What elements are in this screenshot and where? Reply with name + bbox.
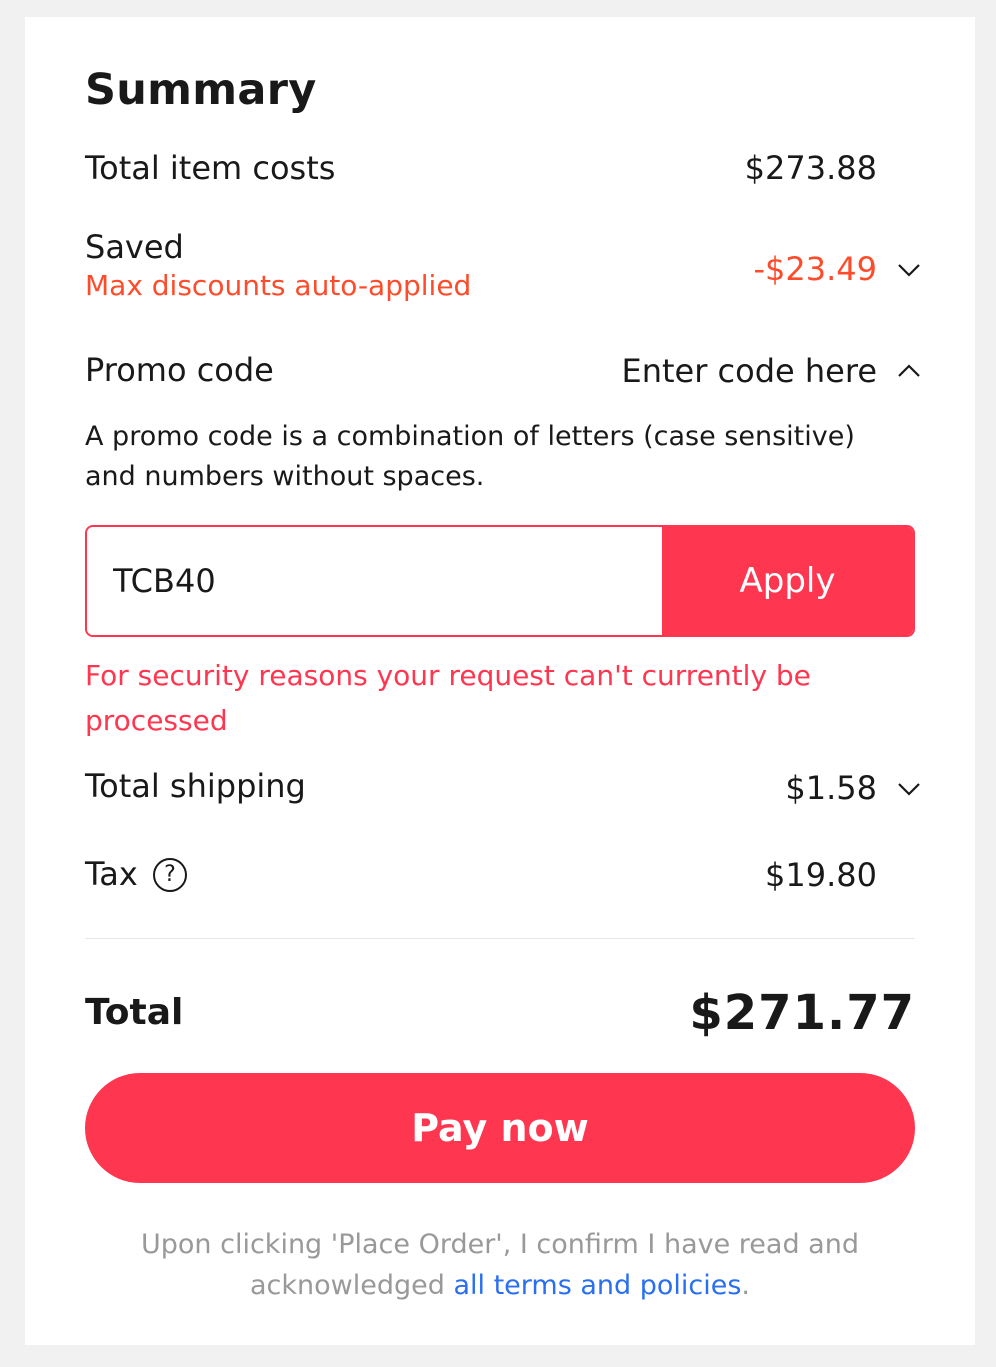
promo-help-text: A promo code is a combination of letters… bbox=[85, 421, 855, 492]
summary-title: Summary bbox=[85, 65, 317, 115]
question-circle-icon[interactable]: ? bbox=[153, 858, 187, 892]
pay-now-button[interactable]: Pay now bbox=[85, 1073, 915, 1183]
tax-label: Tax bbox=[85, 855, 138, 893]
chevron-down-icon[interactable] bbox=[893, 773, 925, 805]
total-value: $271.77 bbox=[689, 985, 915, 1041]
saved-note: Max discounts auto-applied bbox=[85, 269, 472, 302]
divider bbox=[85, 938, 915, 939]
legal-end: . bbox=[741, 1270, 751, 1301]
total-label: Total bbox=[85, 992, 184, 1033]
total-shipping-label: Total shipping bbox=[85, 767, 306, 805]
saved-value: -$23.49 bbox=[753, 250, 877, 288]
total-item-costs-label: Total item costs bbox=[85, 149, 336, 187]
chevron-up-icon[interactable] bbox=[893, 355, 925, 387]
apply-button[interactable]: Apply bbox=[662, 527, 913, 635]
saved-label: Saved bbox=[85, 228, 184, 266]
chevron-down-icon[interactable] bbox=[893, 254, 925, 286]
promo-code-label: Promo code bbox=[85, 351, 274, 389]
total-shipping-value: $1.58 bbox=[785, 769, 877, 807]
promo-code-form: Apply bbox=[85, 525, 915, 637]
terms-link[interactable]: all terms and policies bbox=[453, 1270, 741, 1301]
promo-code-toggle[interactable]: Enter code here bbox=[621, 352, 877, 390]
promo-code-input[interactable] bbox=[87, 527, 662, 635]
order-summary-card: Summary Total item costs $273.88 Saved M… bbox=[25, 17, 975, 1345]
tax-value: $19.80 bbox=[765, 856, 877, 894]
total-item-costs-value: $273.88 bbox=[744, 149, 877, 187]
legal-notice: Upon clicking 'Place Order', I confirm I… bbox=[85, 1224, 915, 1306]
promo-error-message: For security reasons your request can't … bbox=[85, 659, 811, 737]
